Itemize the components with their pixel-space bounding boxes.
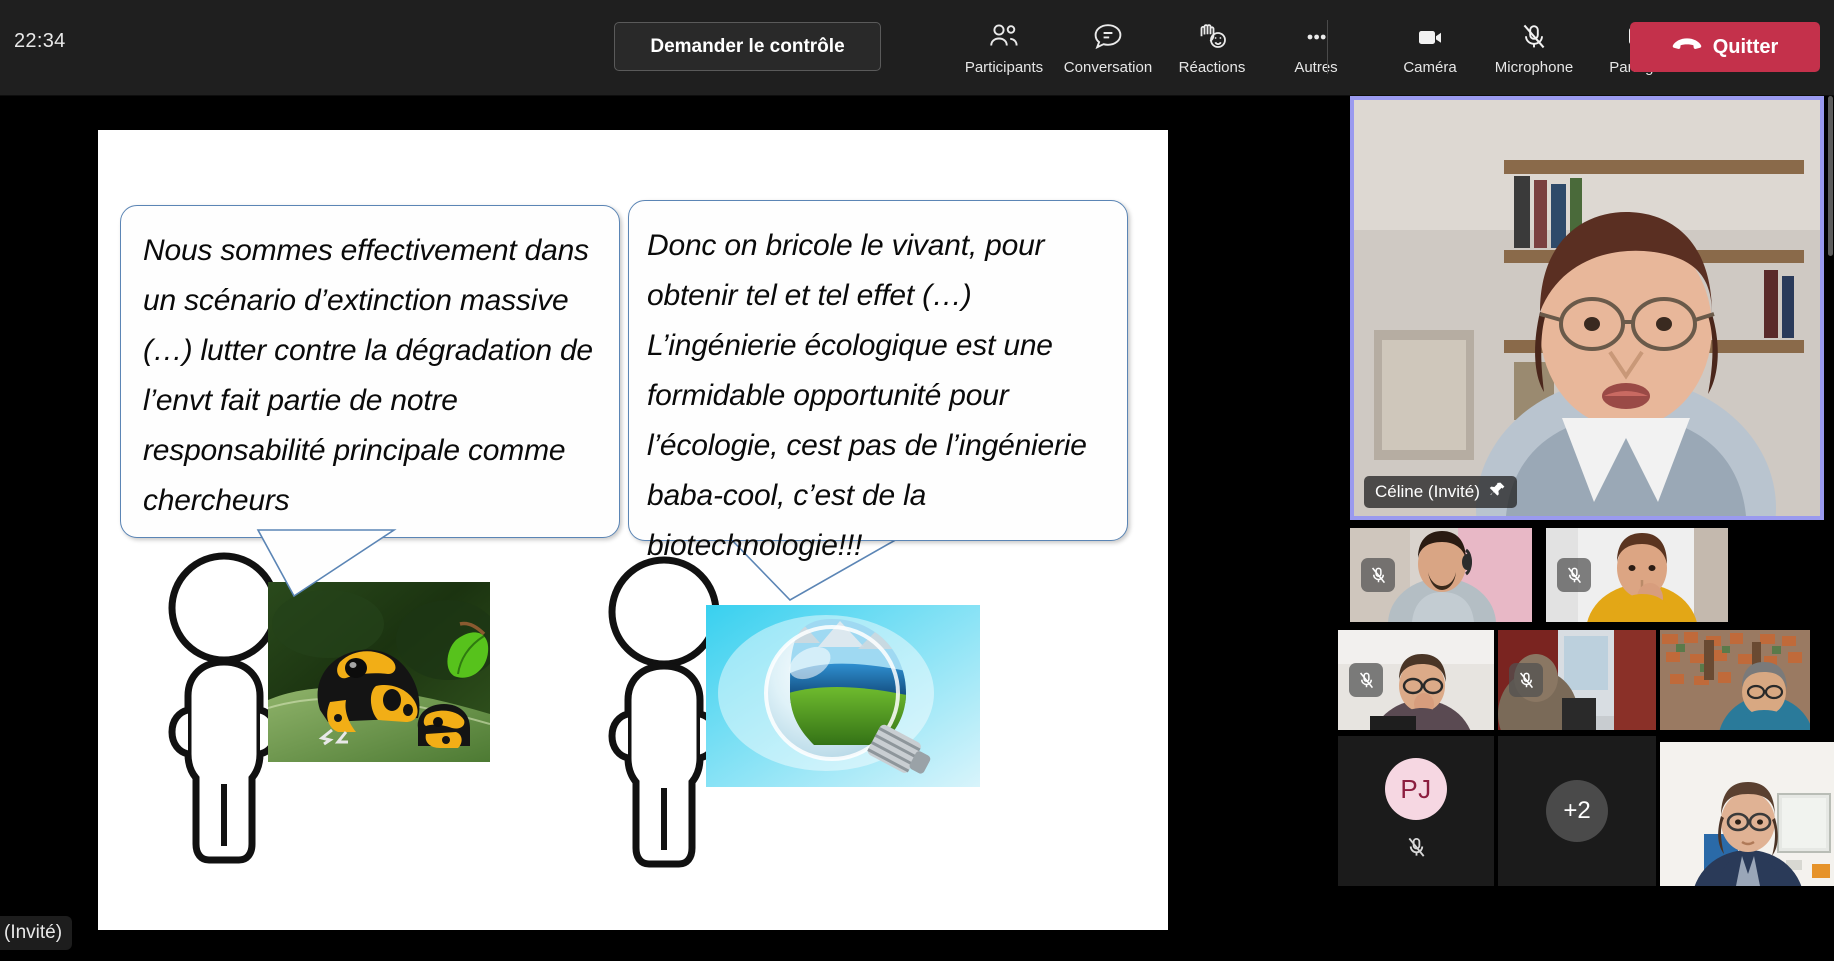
active-speaker-name-badge: Céline (Invité) xyxy=(1364,476,1517,508)
active-speaker-tile[interactable]: Céline (Invité) xyxy=(1350,96,1824,520)
overflow-count: +2 xyxy=(1546,780,1608,842)
participants-label: Participants xyxy=(964,59,1044,76)
speech-bubble-right-text: Donc on bricole le vivant, pour obtenir … xyxy=(647,229,1087,562)
active-speaker-video xyxy=(1354,100,1820,516)
chat-icon xyxy=(1092,18,1124,56)
participant-tile-3[interactable] xyxy=(1338,630,1494,730)
clipped-participant-label: (Invité) xyxy=(0,916,73,950)
leave-call-button[interactable]: Quitter xyxy=(1630,22,1820,72)
camera-label: Caméra xyxy=(1403,59,1457,76)
participant-tile-5[interactable] xyxy=(1660,630,1810,730)
reactions-button[interactable]: Réactions xyxy=(1160,12,1264,76)
chat-label: Conversation xyxy=(1063,59,1153,76)
hangup-icon xyxy=(1672,36,1702,59)
mic-muted-icon-avatar xyxy=(1405,836,1428,864)
more-label: Autres xyxy=(1294,59,1338,76)
toolbar-divider xyxy=(1327,20,1328,74)
mic-muted-icon-4 xyxy=(1509,663,1543,697)
active-speaker-name: Céline (Invité) xyxy=(1375,482,1480,501)
mic-muted-icon-1 xyxy=(1361,558,1395,592)
participant-tile-2[interactable] xyxy=(1546,528,1728,622)
chat-button[interactable]: Conversation xyxy=(1056,12,1160,76)
overflow-participants-tile[interactable]: +2 xyxy=(1498,736,1656,886)
rail-scrollbar[interactable] xyxy=(1828,96,1833,256)
camera-icon xyxy=(1413,18,1447,56)
toolbar-center-group: Participants Conversation Réactions Autr… xyxy=(952,12,1368,76)
speech-bubble-right: Donc on bricole le vivant, pour obtenir … xyxy=(628,200,1128,562)
participant-avatar-tile[interactable]: PJ xyxy=(1338,736,1494,886)
video-rail: Céline (Invité) PJ +2 xyxy=(1338,96,1834,961)
participant-tile-6[interactable] xyxy=(1660,742,1834,886)
reactions-icon xyxy=(1195,18,1229,56)
mic-muted-icon-3 xyxy=(1349,663,1383,697)
meeting-toolbar: 22:34 Demander le contrôle Participants xyxy=(0,0,1834,96)
teams-meeting-window: 22:34 Demander le contrôle Participants xyxy=(0,0,1834,961)
participant-tile-4[interactable] xyxy=(1498,630,1656,730)
microphone-label: Microphone xyxy=(1494,59,1574,76)
request-control-button[interactable]: Demander le contrôle xyxy=(614,22,881,71)
leave-label: Quitter xyxy=(1712,35,1779,58)
mic-muted-icon-2 xyxy=(1557,558,1591,592)
presentation-slide: Nous sommes effectivement dans un scénar… xyxy=(98,130,1168,930)
pin-icon xyxy=(1489,481,1506,503)
participants-icon xyxy=(988,18,1020,56)
participant-tile-1[interactable] xyxy=(1350,528,1532,622)
participant-video-5 xyxy=(1660,630,1810,730)
microphone-button[interactable]: Microphone xyxy=(1482,12,1586,76)
shared-content-stage[interactable]: Nous sommes effectivement dans un scénar… xyxy=(0,96,1338,961)
participants-button[interactable]: Participants xyxy=(952,12,1056,76)
meeting-timer: 22:34 xyxy=(14,30,66,52)
camera-button[interactable]: Caméra xyxy=(1378,12,1482,76)
avatar: PJ xyxy=(1385,758,1447,820)
more-options-button[interactable]: Autres xyxy=(1264,12,1368,76)
microphone-muted-icon xyxy=(1517,18,1551,56)
participant-video-6 xyxy=(1660,742,1834,886)
reactions-label: Réactions xyxy=(1178,59,1246,76)
